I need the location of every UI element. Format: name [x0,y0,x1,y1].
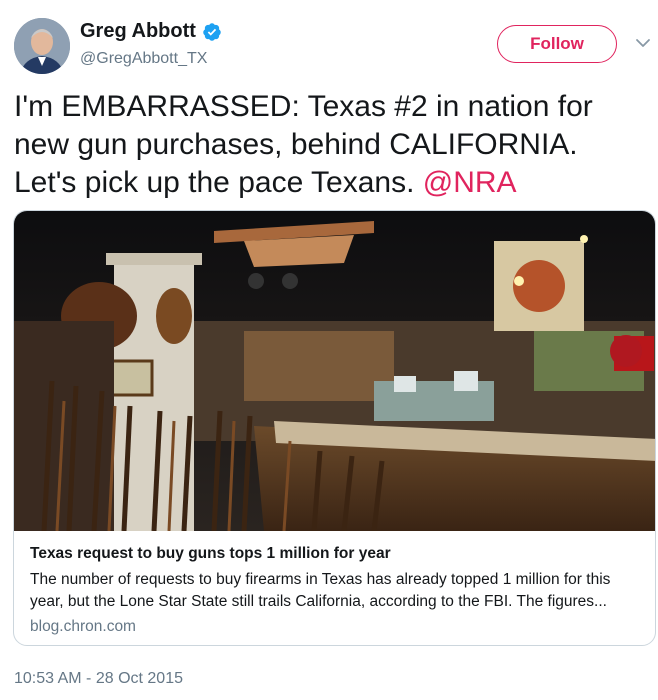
author-handle[interactable]: @GregAbbott_TX [80,50,207,68]
tweet-timestamp[interactable]: 10:53 AM - 28 Oct 2015 [14,670,183,688]
author-display-name[interactable]: Greg Abbott [80,20,196,43]
card-body: Texas request to buy guns tops 1 million… [30,544,642,636]
card-image [14,211,655,531]
link-card[interactable]: Texas request to buy guns tops 1 million… [13,210,656,646]
author-name-row[interactable]: Greg Abbott [80,20,222,43]
mention-link[interactable]: @NRA [423,166,517,199]
follow-button[interactable]: Follow [497,25,617,63]
card-description: The number of requests to buy firearms i… [30,571,611,610]
chevron-down-icon[interactable] [634,34,652,52]
card-title: Texas request to buy guns tops 1 million… [30,545,391,562]
card-domain: blog.chron.com [30,618,136,635]
avatar[interactable] [14,18,70,74]
avatar-photo [14,18,70,74]
verified-badge-icon [202,22,222,42]
tweet-text: I'm EMBARRASSED: Texas #2 in nation for … [14,88,644,202]
